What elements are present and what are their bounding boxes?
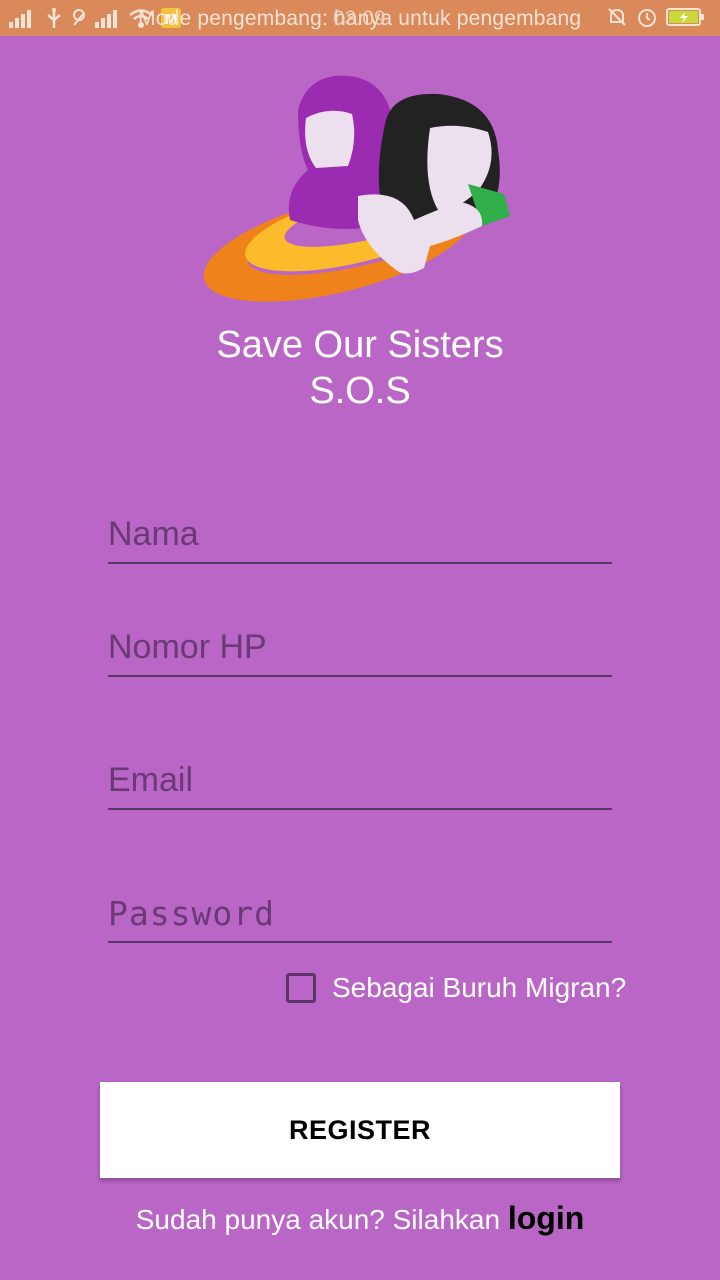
login-prompt-text: Sudah punya akun? Silahkan xyxy=(135,1204,508,1235)
app-title-line2: S.O.S xyxy=(309,370,411,412)
email-input[interactable] xyxy=(108,761,612,800)
status-time: 03.09 xyxy=(333,7,386,30)
alarm-icon xyxy=(638,9,656,27)
password-input[interactable] xyxy=(108,894,612,933)
signal-icon xyxy=(9,10,31,28)
mute-bell-icon xyxy=(608,8,626,26)
debug-icon xyxy=(73,9,85,26)
status-bar: M Mode pengembang: hanya untuk pengemban… xyxy=(0,0,720,36)
app-title: Save Our Sisters S.O.S xyxy=(0,322,720,414)
name-input[interactable] xyxy=(108,515,612,554)
migrant-checkbox-row[interactable]: Sebagai Buruh Migran? xyxy=(286,972,626,1004)
password-field[interactable] xyxy=(108,893,612,943)
status-icons-right xyxy=(606,6,706,28)
register-button[interactable]: REGISTER xyxy=(100,1082,620,1178)
sos-logo xyxy=(203,75,510,302)
migrant-checkbox-label[interactable]: Sebagai Buruh Migran? xyxy=(332,972,626,1004)
login-prompt: Sudah punya akun? Silahkan login xyxy=(0,1200,720,1237)
email-field[interactable] xyxy=(108,760,612,810)
phone-field[interactable] xyxy=(108,627,612,677)
login-link[interactable]: login xyxy=(508,1200,584,1236)
signal-icon-2 xyxy=(95,10,117,28)
phone-input[interactable] xyxy=(108,628,612,667)
app-title-line1: Save Our Sisters xyxy=(216,324,504,366)
migrant-checkbox[interactable] xyxy=(286,973,316,1003)
usb-icon xyxy=(47,8,61,28)
name-field[interactable] xyxy=(108,514,612,564)
battery-icon xyxy=(666,8,704,26)
